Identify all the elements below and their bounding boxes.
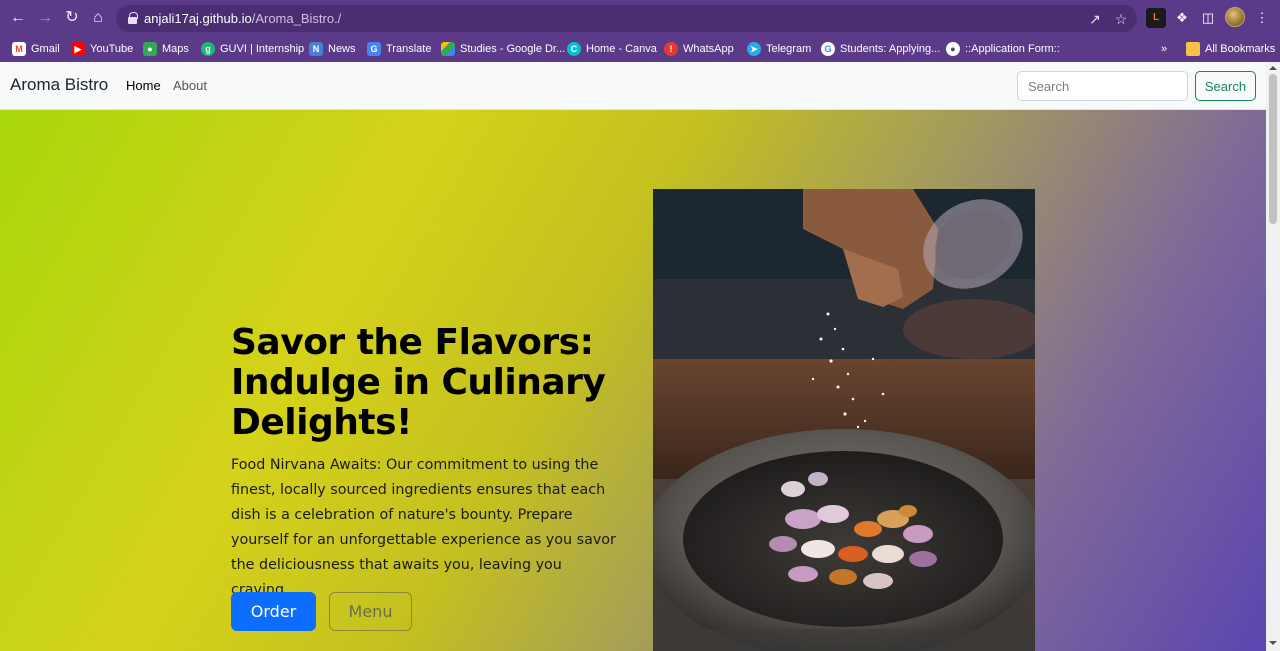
bookmark-guvi[interactable]: g GUVI | Internship xyxy=(201,40,304,58)
url-host: anjali17aj.github.io xyxy=(144,11,252,26)
extensions-puzzle-icon[interactable]: ❖ xyxy=(1172,8,1192,28)
page-scrollbar[interactable] xyxy=(1266,62,1280,651)
hero-title: Savor the Flavors: Indulge in Culinary D… xyxy=(231,322,606,443)
all-bookmarks[interactable]: All Bookmarks xyxy=(1186,40,1275,58)
bookmarks-bar: M Gmail ▶ YouTube ● Maps g GUVI | Intern… xyxy=(0,36,1280,62)
hero-section: Savor the Flavors: Indulge in Culinary D… xyxy=(0,110,1266,651)
scroll-down-arrow-icon[interactable] xyxy=(1269,639,1277,647)
nav-link-home[interactable]: Home xyxy=(126,78,161,93)
reload-icon[interactable]: ↻ xyxy=(61,7,83,29)
back-arrow-icon[interactable]: ← xyxy=(7,7,29,29)
profile-avatar[interactable] xyxy=(1225,7,1245,27)
scroll-thumb[interactable] xyxy=(1269,74,1277,224)
menu-button[interactable]: Menu xyxy=(329,592,412,631)
extension-l-icon[interactable]: L xyxy=(1146,8,1166,28)
nav-link-about[interactable]: About xyxy=(173,78,207,93)
scroll-up-arrow-icon[interactable] xyxy=(1269,64,1277,72)
bookmark-google[interactable]: G Students: Applying... xyxy=(821,40,940,58)
bookmark-label: YouTube xyxy=(90,43,134,55)
bookmark-youtube[interactable]: ▶ YouTube xyxy=(71,40,133,58)
url-path: /Aroma_Bistro./ xyxy=(251,11,342,26)
youtube-icon: ▶ xyxy=(71,42,85,56)
bookmark-label: Translate xyxy=(386,43,432,55)
bookmark-telegram[interactable]: ➤ Telegram xyxy=(747,40,811,58)
bookmark-label: Studies - Google Dr... xyxy=(460,43,566,55)
folder-icon xyxy=(1186,42,1200,56)
bookmark-label: WhatsApp xyxy=(683,43,734,55)
google-icon: G xyxy=(821,42,835,56)
home-icon[interactable]: ⌂ xyxy=(87,7,109,29)
side-panel-icon[interactable]: ◫ xyxy=(1198,8,1218,28)
translate-icon: G xyxy=(367,42,381,56)
bookmark-label: Telegram xyxy=(766,43,812,55)
all-bookmarks-label: All Bookmarks xyxy=(1205,43,1276,55)
hero-description: Food Nirvana Awaits: Our commitment to u… xyxy=(231,457,616,598)
site-navbar: Aroma Bistro Home About Search xyxy=(0,62,1266,110)
url-text[interactable]: anjali17aj.github.io/Aroma_Bistro./ xyxy=(144,11,341,26)
browser-toolbar: ← → ↻ ⌂ anjali17aj.github.io/Aroma_Bistr… xyxy=(0,0,1280,36)
bookmark-whatsapp[interactable]: ! WhatsApp xyxy=(664,40,734,58)
guvi-icon: g xyxy=(201,42,215,56)
lock-icon[interactable] xyxy=(128,12,138,24)
bookmark-label: GUVI | Internship xyxy=(220,43,305,55)
bookmark-canva[interactable]: C Home - Canva xyxy=(567,40,657,58)
bookmark-label: ::Application Form:: xyxy=(965,43,1060,55)
bookmark-label: Students: Applying... xyxy=(840,43,941,55)
forward-arrow-icon[interactable]: → xyxy=(34,7,56,29)
bookmark-news[interactable]: N News xyxy=(309,40,356,58)
telegram-icon: ➤ xyxy=(747,42,761,56)
search-input[interactable] xyxy=(1017,71,1188,101)
more-bookmarks-chevron[interactable]: » xyxy=(1161,40,1167,58)
bookmark-application-form[interactable]: ● ::Application Form:: xyxy=(946,40,1060,58)
seasoning-mortar-photo xyxy=(653,189,1035,651)
order-button[interactable]: Order xyxy=(231,592,316,631)
site-brand[interactable]: Aroma Bistro xyxy=(10,75,108,95)
bookmark-label: Home - Canva xyxy=(586,43,657,55)
bookmark-label: News xyxy=(328,43,356,55)
bookmark-maps[interactable]: ● Maps xyxy=(143,40,189,58)
bookmark-label: Maps xyxy=(162,43,189,55)
whatsapp-icon: ! xyxy=(664,42,678,56)
bookmark-google-drive[interactable]: Studies - Google Dr... xyxy=(441,40,565,58)
hero-food-image xyxy=(653,189,1035,651)
bookmark-star-icon[interactable]: ☆ xyxy=(1111,9,1131,29)
bookmark-translate[interactable]: G Translate xyxy=(367,40,431,58)
share-icon[interactable]: ↗ xyxy=(1085,9,1105,29)
web-page: Aroma Bistro Home About Search Savor the… xyxy=(0,62,1266,651)
menu-kebab-icon[interactable]: ⋮ xyxy=(1252,8,1272,28)
search-button[interactable]: Search xyxy=(1195,71,1256,101)
news-icon: N xyxy=(309,42,323,56)
maps-icon: ● xyxy=(143,42,157,56)
gmail-icon: M xyxy=(12,42,26,56)
bookmark-gmail[interactable]: M Gmail xyxy=(12,40,60,58)
address-bar[interactable]: anjali17aj.github.io/Aroma_Bistro./ ↗ ☆ xyxy=(116,5,1137,32)
bookmark-label: Gmail xyxy=(31,43,60,55)
canva-icon: C xyxy=(567,42,581,56)
globe-icon: ● xyxy=(946,42,960,56)
chevron-right-double-icon: » xyxy=(1161,43,1168,55)
google-drive-icon xyxy=(441,42,455,56)
